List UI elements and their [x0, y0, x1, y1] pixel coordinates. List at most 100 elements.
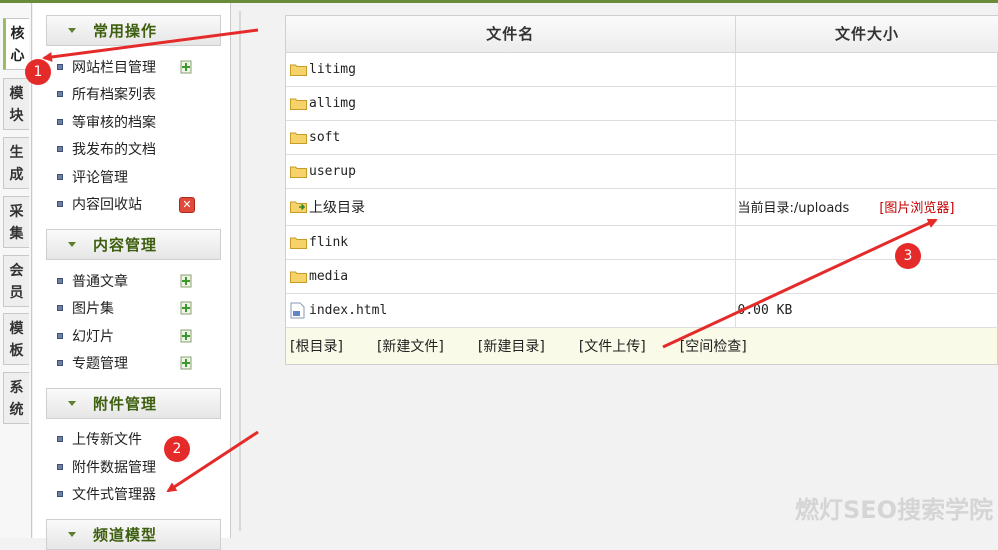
- root-dir-link[interactable]: [根目录]: [290, 336, 343, 356]
- vertical-tab-bar: 核心 模块 生成 采集 会员 模板 系统: [0, 3, 32, 538]
- menu-item-label: 等审核的档案: [72, 115, 156, 131]
- table-row: soft: [286, 120, 998, 155]
- menu-item-all-archives[interactable]: 所有档案列表: [57, 83, 156, 105]
- image-browser-link[interactable]: [图片浏览器]: [879, 201, 954, 216]
- file-size: [735, 259, 998, 294]
- file-name: flink: [309, 234, 349, 250]
- menu-item-label: 我发布的文档: [72, 142, 156, 158]
- file-name: allimg: [309, 95, 356, 111]
- bullet-icon: [57, 436, 63, 442]
- tab-label: 模板: [9, 321, 24, 359]
- tab-members[interactable]: 会员: [3, 255, 29, 307]
- file-size: [735, 120, 998, 155]
- bullet-icon: [57, 491, 63, 497]
- section-header-attachments[interactable]: 附件管理: [46, 388, 221, 419]
- menu-item-slideshows[interactable]: 幻灯片: [57, 325, 114, 347]
- new-file-link[interactable]: [新建文件]: [377, 336, 444, 356]
- folder-link[interactable]: litimg: [290, 62, 735, 77]
- upload-file-link[interactable]: [文件上传]: [579, 336, 646, 356]
- file-name: soft: [309, 129, 341, 145]
- watermark: 燃灯SEO搜索学院: [795, 496, 994, 524]
- menu-item-label: 专题管理: [72, 356, 128, 372]
- tab-system[interactable]: 系统: [3, 372, 29, 424]
- menu-item-my-documents[interactable]: 我发布的文档: [57, 138, 156, 160]
- menu-item-comments[interactable]: 评论管理: [57, 166, 128, 188]
- menu-item-label: 上传新文件: [72, 432, 142, 448]
- current-directory: 当前目录:/uploads: [737, 201, 850, 216]
- bullet-icon: [57, 119, 63, 125]
- table-row: 上级目录 当前目录:/uploads [图片浏览器]: [286, 188, 998, 226]
- file-name: litimg: [309, 61, 356, 77]
- menu-item-label: 评论管理: [72, 170, 128, 186]
- bullet-icon: [57, 360, 63, 366]
- menu-item-label: 内容回收站: [72, 197, 142, 213]
- menu-item-articles[interactable]: 普通文章: [57, 270, 128, 292]
- folder-link[interactable]: allimg: [290, 96, 735, 111]
- add-page-icon[interactable]: [179, 274, 193, 288]
- menu-item-label: 所有档案列表: [72, 87, 156, 103]
- splitter[interactable]: [231, 3, 258, 538]
- table-header-row: 文件名 文件大小: [286, 16, 998, 53]
- tab-generate[interactable]: 生成: [3, 137, 29, 189]
- toolbar: [根目录] [新建文件] [新建目录] [文件上传] [空间检查]: [286, 327, 997, 364]
- section-header-content[interactable]: 内容管理: [46, 229, 221, 260]
- bullet-icon: [57, 464, 63, 470]
- section-header-channel-models[interactable]: 频道模型: [46, 519, 221, 550]
- file-table: 文件名 文件大小 litimg allimg soft userup 上级目录 …: [286, 16, 998, 328]
- menu-item-topics[interactable]: 专题管理: [57, 352, 128, 374]
- tab-templates[interactable]: 模板: [3, 313, 29, 365]
- menu-item-site-columns[interactable]: 网站栏目管理: [57, 56, 156, 78]
- section-title: 内容管理: [93, 236, 158, 254]
- file-name: userup: [309, 163, 356, 179]
- menu-item-label: 文件式管理器: [72, 487, 156, 503]
- file-size: [735, 154, 998, 189]
- folder-link[interactable]: flink: [290, 235, 735, 250]
- side-menu: 常用操作 网站栏目管理 所有档案列表 等审核的档案 我发布的文档 评论管理 内容…: [33, 3, 231, 550]
- table-row: userup: [286, 154, 998, 189]
- folder-link[interactable]: userup: [290, 164, 735, 179]
- menu-item-attachment-data[interactable]: 附件数据管理: [57, 456, 156, 478]
- tab-modules[interactable]: 模块: [3, 78, 29, 130]
- folder-icon: [290, 271, 307, 283]
- section-title: 附件管理: [93, 395, 158, 413]
- file-link[interactable]: index.html: [290, 302, 735, 319]
- bullet-icon: [57, 91, 63, 97]
- add-page-icon[interactable]: [179, 60, 193, 74]
- section-title: 常用操作: [93, 22, 158, 40]
- add-page-icon[interactable]: [179, 356, 193, 370]
- bullet-icon: [57, 278, 63, 284]
- menu-item-image-sets[interactable]: 图片集: [57, 297, 114, 319]
- tab-label: 系统: [9, 380, 24, 418]
- html-file-icon: [290, 302, 305, 318]
- folder-link[interactable]: media: [290, 269, 735, 284]
- bullet-icon: [57, 201, 63, 207]
- new-dir-link[interactable]: [新建目录]: [478, 336, 545, 356]
- parent-directory-link[interactable]: 上级目录: [290, 197, 735, 217]
- menu-item-file-manager[interactable]: 文件式管理器: [57, 483, 156, 505]
- section-title: 频道模型: [93, 526, 158, 544]
- menu-item-label: 附件数据管理: [72, 460, 156, 476]
- menu-item-label: 网站栏目管理: [72, 60, 156, 76]
- file-size: [735, 52, 998, 87]
- tab-label: 生成: [9, 145, 24, 183]
- menu-item-label: 图片集: [72, 301, 114, 317]
- column-header-filesize: 文件大小: [735, 16, 998, 53]
- section-header-common[interactable]: 常用操作: [46, 15, 221, 46]
- add-page-icon[interactable]: [179, 301, 193, 315]
- tab-core[interactable]: 核心: [3, 18, 29, 70]
- splitter-bar: [239, 11, 241, 531]
- tab-collect[interactable]: 采集: [3, 196, 29, 248]
- tab-label: 采集: [9, 204, 24, 242]
- collapse-arrow-icon: [68, 401, 76, 406]
- folder-link[interactable]: soft: [290, 130, 735, 145]
- add-page-icon[interactable]: [179, 329, 193, 343]
- menu-item-pending-review[interactable]: 等审核的档案: [57, 111, 156, 133]
- file-name: 上级目录: [309, 199, 365, 216]
- menu-item-upload-file[interactable]: 上传新文件: [57, 428, 142, 450]
- annotation-marker: 3: [895, 243, 921, 269]
- collapse-arrow-icon: [68, 532, 76, 537]
- menu-item-recycle-bin[interactable]: 内容回收站: [57, 193, 142, 215]
- delete-icon[interactable]: ✕: [179, 197, 195, 213]
- space-check-link[interactable]: [空间检查]: [680, 336, 747, 356]
- file-size: 0.00 KB: [735, 293, 998, 328]
